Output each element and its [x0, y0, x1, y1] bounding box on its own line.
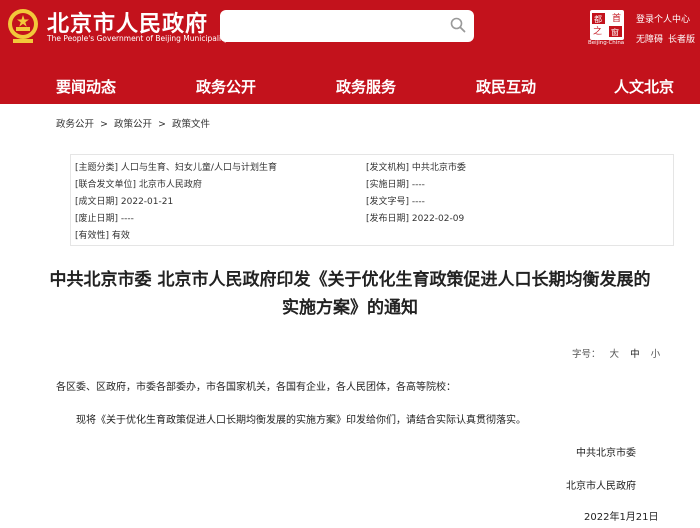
meta-effective-value: ---- — [411, 180, 425, 190]
nav-item-culture[interactable]: 人文北京 — [614, 76, 674, 97]
meta-issuer-label: [发文机构] — [366, 163, 410, 173]
meta-doc-no-label: [发文字号] — [366, 197, 410, 207]
breadcrumb-item-policy-open[interactable]: 政策公开 — [114, 119, 152, 130]
meta-issuer-value: 中共北京市委 — [411, 163, 466, 173]
meta-doc-number: [发文字号] ---- — [366, 194, 425, 207]
logo-char-3: 首 — [612, 12, 621, 24]
meta-topic: [主题分类] 人口与生育、妇女儿童/人口与计划生育 — [75, 160, 277, 173]
article-title-line1: 中共北京市委 北京市人民政府印发《关于优化生育政策促进人口长期均衡发展的 — [49, 270, 651, 290]
meta-repeal-label: [废止日期] — [75, 214, 119, 224]
capital-window-logo[interactable]: 首 之 都 窗 — [590, 10, 624, 40]
capital-window-logo-icon: 首 之 都 窗 — [592, 12, 622, 37]
meta-validity-value: 有效 — [111, 231, 130, 241]
meta-repeal-date: [废止日期] ---- — [75, 211, 134, 224]
meta-written-label: [成文日期] — [75, 197, 119, 207]
meta-written-date: [成文日期] 2022-01-21 — [75, 194, 173, 207]
meta-effective-label: [实施日期] — [366, 180, 410, 190]
meta-published-value: 2022-02-09 — [411, 214, 465, 224]
meta-published-label: [发布日期] — [366, 214, 410, 224]
nav-item-gov-open[interactable]: 政务公开 — [196, 76, 256, 97]
meta-co-issuer-value: 北京市人民政府 — [138, 180, 202, 190]
breadcrumb-item-policy-docs[interactable]: 政策文件 — [172, 119, 210, 130]
breadcrumb-separator: > — [100, 119, 108, 130]
accessibility-link[interactable]: 无障碍 — [636, 32, 663, 45]
article-recipients: 各区委、区政府，市委各部委办，市各国家机关，各国有企业，各人民团体，各高等院校： — [56, 382, 456, 393]
article-paragraph: 现将《关于优化生育政策促进人口长期均衡发展的实施方案》印发给你们，请结合实际认真… — [76, 415, 526, 426]
article-signature-government: 北京市人民政府 — [566, 481, 636, 492]
meta-published-date: [发布日期] 2022-02-09 — [366, 211, 464, 224]
breadcrumb: 政务公开 > 政策公开 > 政策文件 — [56, 116, 210, 130]
logo-char-4: 窗 — [611, 27, 619, 37]
font-size-small-button[interactable]: 小 — [651, 349, 661, 360]
logo-char-2: 都 — [594, 15, 602, 24]
font-size-label: 字号： — [572, 349, 601, 360]
article-title: 中共北京市委 北京市人民政府印发《关于优化生育政策促进人口长期均衡发展的 实施方… — [40, 266, 660, 322]
site-header: 北京市人民政府 The People's Government of Beiji… — [0, 0, 700, 104]
elderly-mode-link[interactable]: 长者版 — [668, 32, 695, 45]
meta-topic-label: [主题分类] — [75, 163, 119, 173]
article-date: 2022年1月21日 — [584, 512, 659, 523]
font-size-medium-button[interactable]: 中 — [630, 349, 640, 360]
meta-written-value: 2022-01-21 — [120, 197, 174, 207]
meta-doc-no-value: ---- — [411, 197, 425, 207]
font-size-selector: 字号： 大 中 小 — [572, 346, 660, 360]
capital-window-subtitle: Beijing·China — [588, 40, 625, 46]
meta-co-issuer-label: [联合发文单位] — [75, 180, 137, 190]
breadcrumb-item-gov-open[interactable]: 政务公开 — [56, 119, 94, 130]
meta-issuer: [发文机构] 中共北京市委 — [366, 160, 466, 173]
search-input[interactable] — [220, 10, 474, 42]
main-nav: 要闻动态 政务公开 政务服务 政民互动 人文北京 — [0, 76, 700, 98]
personal-center-link[interactable]: 登录个人中心 — [636, 12, 690, 25]
breadcrumb-separator: > — [158, 119, 166, 130]
article-title-line2: 实施方案》的通知 — [282, 298, 418, 318]
search-icon[interactable] — [449, 16, 467, 34]
logo-char-1: 之 — [593, 25, 602, 37]
meta-co-issuer: [联合发文单位] 北京市人民政府 — [75, 177, 202, 190]
nav-item-gov-service[interactable]: 政务服务 — [336, 76, 396, 97]
nav-item-news[interactable]: 要闻动态 — [56, 76, 116, 97]
meta-validity-label: [有效性] — [75, 231, 110, 241]
meta-effective-date: [实施日期] ---- — [366, 177, 425, 190]
national-emblem-icon — [8, 9, 38, 43]
font-size-large-button[interactable]: 大 — [610, 349, 620, 360]
document-meta-box: [主题分类] 人口与生育、妇女儿童/人口与计划生育 [发文机构] 中共北京市委 … — [70, 154, 674, 246]
nav-item-interaction[interactable]: 政民互动 — [476, 76, 536, 97]
article-signature-party: 中共北京市委 — [576, 448, 636, 459]
site-subtitle: The People's Government of Beijing Munic… — [47, 34, 229, 43]
meta-validity: [有效性] 有效 — [75, 228, 130, 241]
meta-repeal-value: ---- — [120, 214, 134, 224]
meta-topic-value: 人口与生育、妇女儿童/人口与计划生育 — [120, 163, 277, 173]
